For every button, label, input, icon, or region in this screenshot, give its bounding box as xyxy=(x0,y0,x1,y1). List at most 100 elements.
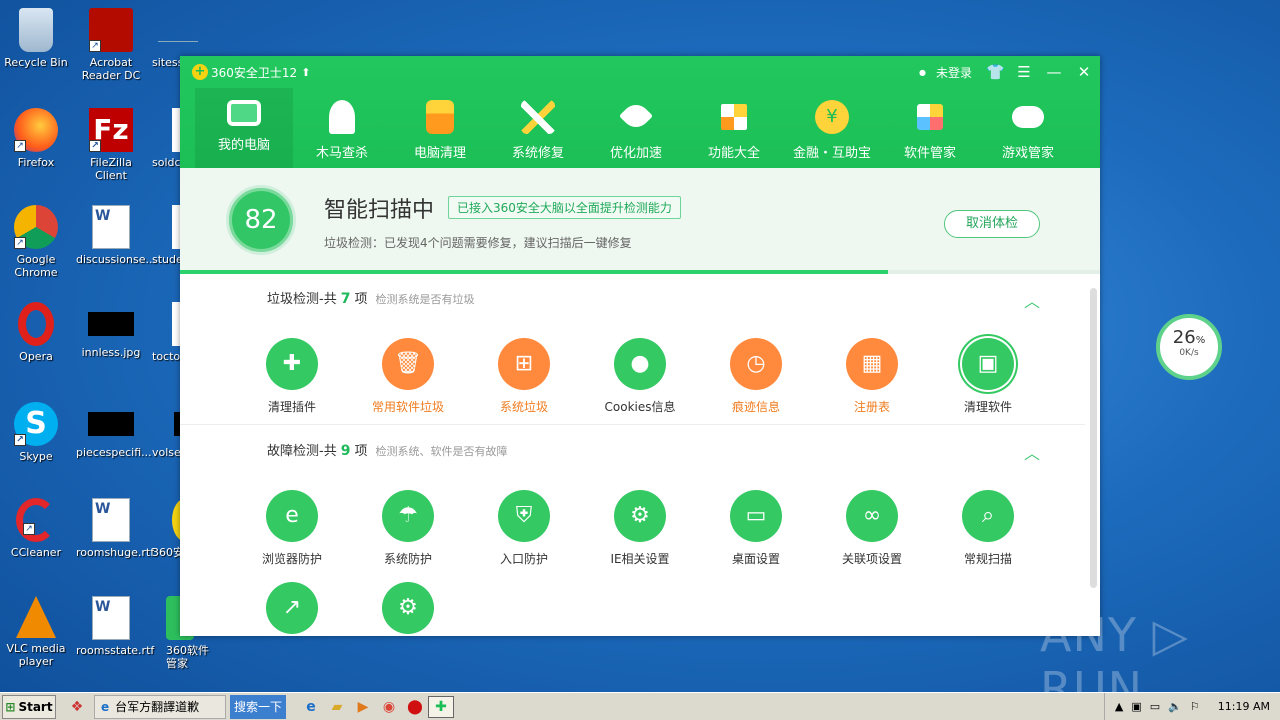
speed-percent-unit: % xyxy=(1195,335,1206,346)
desktop-icon-opera[interactable]: Opera xyxy=(1,302,71,363)
nav-item-speedup[interactable]: 优化加速 xyxy=(587,88,685,168)
search-icon: ⌕ xyxy=(962,490,1014,542)
nav-item-cleanup[interactable]: 电脑清理 xyxy=(391,88,489,168)
start-button[interactable]: ⊞ Start xyxy=(2,694,56,719)
item-label: 清理软件 xyxy=(963,400,1012,414)
nav-item-software-manager[interactable]: 软件管家 xyxy=(881,88,979,168)
warning-icon[interactable]: ⬤ xyxy=(402,696,428,718)
chrome-taskbar-icon[interactable]: ◉ xyxy=(376,696,402,718)
taskbar-search-button[interactable]: 搜索一下 xyxy=(230,694,286,719)
desktop-icon-acrobat[interactable]: ↗ Acrobat Reader DC xyxy=(76,8,146,82)
fault-item-browser[interactable]: e 浏览器防护 xyxy=(237,490,347,567)
junk-item-plugins[interactable]: ✚ 清理插件 xyxy=(237,338,347,415)
desktop-icon-ccleaner[interactable]: ↗ CCleaner xyxy=(1,498,71,559)
desktop-icon-chrome[interactable]: ↗ Google Chrome xyxy=(1,205,71,279)
media-player-icon[interactable]: ▶ xyxy=(350,696,376,718)
speed-rate: 0K/s xyxy=(1179,348,1199,358)
nav-item-my-computer[interactable]: 我的电脑 xyxy=(195,88,293,168)
nav-item-features[interactable]: 功能大全 xyxy=(685,88,783,168)
puzzle-icon: ✚ xyxy=(266,338,318,390)
tray-expand-icon[interactable]: ▲ xyxy=(1115,700,1123,713)
header-bar: + 360安全卫士12 ⬆ ● 未登录 👕 ☰ — ✕ 我的电脑 木马查杀 电脑… xyxy=(180,56,1100,168)
desktop-icon-vlc[interactable]: VLC media player xyxy=(1,596,71,668)
desktop-icon-firefox[interactable]: ↗ Firefox xyxy=(1,108,71,169)
acrobat-icon: ↗ xyxy=(89,8,133,52)
ie-quicklaunch-icon[interactable]: e xyxy=(298,696,324,718)
fault-item-regular-scan[interactable]: ⌕ 常规扫描 xyxy=(933,490,1043,567)
item-label: 注册表 xyxy=(853,400,890,414)
desktop-icon-filezilla[interactable]: Fz ↗ FileZilla Client xyxy=(76,108,146,182)
junk-item-clean-software[interactable]: ▣ 清理软件 xyxy=(933,338,1043,415)
tray-network-icon[interactable]: ▣ xyxy=(1131,700,1141,713)
collapse-fault-icon[interactable]: ︿ xyxy=(1024,440,1040,464)
speed-percent-value: 26 xyxy=(1172,327,1196,348)
ccleaner-icon: ↗ xyxy=(16,498,56,542)
app-window: + 360安全卫士12 ⬆ ● 未登录 👕 ☰ — ✕ 我的电脑 木马查杀 电脑… xyxy=(180,56,1100,636)
fault-unit: 项 xyxy=(354,444,368,459)
360-logo-icon: + xyxy=(192,64,208,80)
nav-item-trojan-scan[interactable]: 木马查杀 xyxy=(293,88,391,168)
cancel-scan-button[interactable]: 取消体检 xyxy=(944,210,1040,238)
fault-item-entry[interactable]: ⛨ 入口防护 xyxy=(469,490,579,567)
scrollbar[interactable] xyxy=(1090,288,1097,588)
filezilla-icon: Fz ↗ xyxy=(89,108,133,152)
nav-item-finance[interactable]: ¥ 金融・互助宝 xyxy=(783,88,881,168)
speed-percent: 26% xyxy=(1160,327,1218,348)
desktop-icon-roomsstate[interactable]: W roomsstate.rtf xyxy=(76,596,154,657)
umbrella-icon: ☂ xyxy=(382,490,434,542)
desktop-icon-innless[interactable]: innless.jpg xyxy=(76,302,146,359)
fault-item-association[interactable]: ∞ 关联项设置 xyxy=(817,490,927,567)
desktop-icon-label: soldc xyxy=(152,156,181,169)
junk-item-traces[interactable]: ◷ 痕迹信息 xyxy=(701,338,811,415)
login-link[interactable]: 未登录 xyxy=(936,64,972,81)
tray-flag-icon[interactable]: ⚐ xyxy=(1190,700,1200,713)
fault-item-desktop[interactable]: ▭ 桌面设置 xyxy=(701,490,811,567)
junk-item-cookies[interactable]: ● Cookies信息 xyxy=(585,338,695,415)
desktop-icon-label: Acrobat Reader DC xyxy=(81,56,141,82)
status-dot-icon: ● xyxy=(919,67,926,77)
tray-display-icon[interactable]: ▭ xyxy=(1150,700,1160,713)
desktop-icon-recycle-bin[interactable]: Recycle Bin xyxy=(1,8,71,69)
taskbar-ie-window[interactable]: e 台军方翻譯道歉 xyxy=(94,694,226,719)
item-label: 桌面设置 xyxy=(731,552,780,566)
fault-item-system[interactable]: ☂ 系统防护 xyxy=(353,490,463,567)
junk-item-registry[interactable]: ▦ 注册表 xyxy=(817,338,927,415)
windows-flag-icon: ⊞ xyxy=(5,699,16,714)
menu-icon[interactable]: ☰ xyxy=(1016,62,1032,82)
nav-label: 电脑清理 xyxy=(413,146,466,161)
clock[interactable]: 11:19 AM xyxy=(1218,700,1270,713)
junk-item-system[interactable]: ⊞ 系统垃圾 xyxy=(469,338,579,415)
skin-icon[interactable]: 👕 xyxy=(986,62,1005,82)
360-taskbar-icon[interactable]: ✚ xyxy=(428,695,454,718)
box-icon: ▣ xyxy=(962,338,1014,390)
nav-item-game-manager[interactable]: 游戏管家 xyxy=(979,88,1077,168)
ai-tag: 已接入360安全大脑以全面提升检测能力 xyxy=(448,196,681,219)
close-icon[interactable]: ✕ xyxy=(1076,62,1092,82)
desktop-icon-skype[interactable]: S ↗ Skype xyxy=(1,402,71,463)
image-thumbnail-icon xyxy=(88,412,134,436)
shield-icon: ⛨ xyxy=(498,490,550,542)
nav-item-system-repair[interactable]: 系统修复 xyxy=(489,88,587,168)
clock-icon: ◷ xyxy=(730,338,782,390)
fault-item-settings[interactable]: ⚙ xyxy=(353,582,463,636)
upgrade-arrow-icon[interactable]: ⬆ xyxy=(301,66,310,79)
vlc-icon xyxy=(16,596,56,638)
minimize-icon[interactable]: — xyxy=(1046,62,1062,82)
junk-desc: 检测系统是否有垃圾 xyxy=(375,293,475,306)
folder-icon[interactable]: ▰ xyxy=(324,696,350,718)
desktop-icon-discussionse[interactable]: W discussionse... xyxy=(76,205,156,266)
item-label: 关联项设置 xyxy=(841,552,902,566)
desktop-icon-roomshuge[interactable]: W roomshuge.rtf xyxy=(76,498,154,559)
collapse-junk-icon[interactable]: ︿ xyxy=(1024,288,1040,312)
window-gear-icon: ⚙ xyxy=(614,490,666,542)
tray-volume-icon[interactable]: 🔈 xyxy=(1168,700,1182,713)
desktop-icon-label: Google Chrome xyxy=(14,253,58,279)
desktop-icon-label: sitess xyxy=(152,56,184,69)
speed-widget[interactable]: 26% 0K/s xyxy=(1156,314,1222,380)
fault-item-shortcut[interactable]: ↗ xyxy=(237,582,347,636)
desktop-icon-piecespecifi[interactable]: piecespecifi... xyxy=(76,402,152,459)
quicklaunch-windows-icon[interactable]: ❖ xyxy=(64,696,90,718)
fault-item-ie-settings[interactable]: ⚙ IE相关设置 xyxy=(585,490,695,567)
junk-item-common-software[interactable]: 🗑 常用软件垃圾 xyxy=(353,338,463,415)
junk-section-header: 垃圾检测-共 7 项检测系统是否有垃圾 xyxy=(267,288,474,307)
